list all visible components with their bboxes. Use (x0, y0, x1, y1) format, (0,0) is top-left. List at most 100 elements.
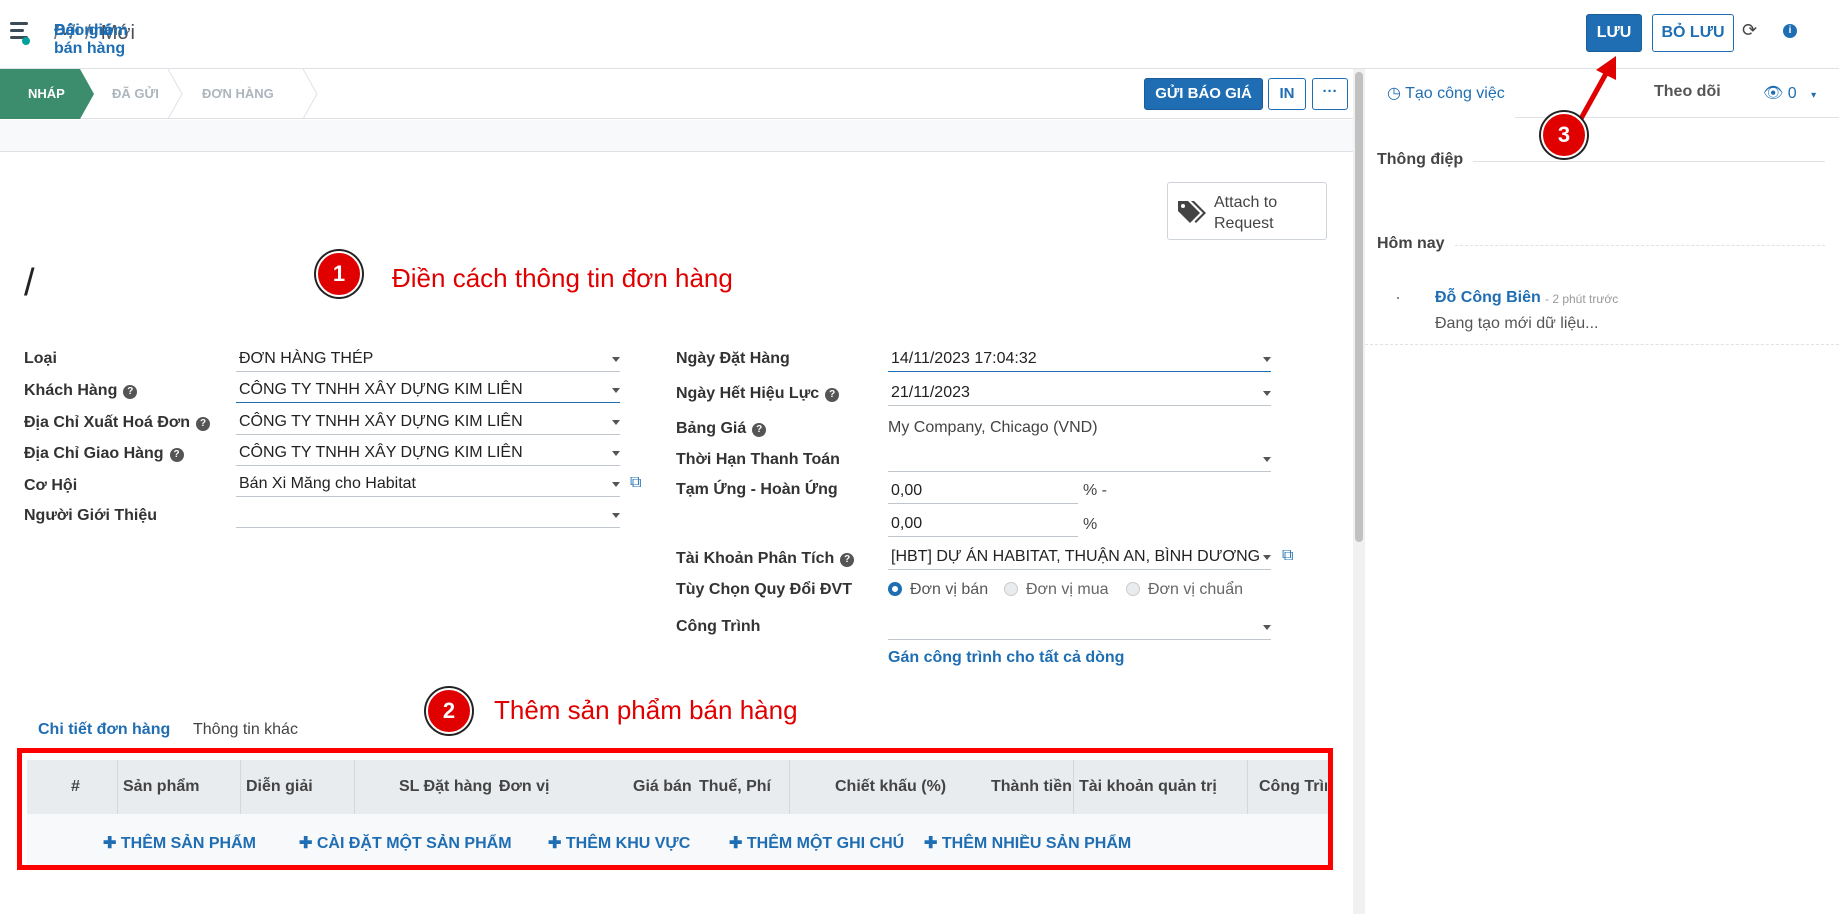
more-actions-button[interactable]: ··· (1312, 78, 1348, 110)
follow-button[interactable]: Theo dõi (1654, 83, 1721, 101)
invoice-address-label: Địa Chỉ Xuất Hoá Đơn? (24, 414, 211, 432)
message-time: - 2 phút trước (1545, 292, 1619, 306)
uom-option-label: Tùy Chọn Quy Đổi ĐVT (676, 581, 852, 598)
annotation-highlight-box (17, 748, 1333, 870)
expiry-date-label: Ngày Hết Hiệu Lực? (676, 385, 840, 403)
help-icon: ? (123, 385, 138, 399)
stage-sent[interactable]: ĐÃ GỬI (112, 69, 159, 119)
help-icon: ? (169, 448, 184, 462)
stage-separator-icon (168, 69, 183, 119)
order-reference-title: / (24, 262, 35, 304)
chatter-today-header: Hôm nay (1377, 235, 1445, 252)
delivery-address-select[interactable]: CÔNG TY TNHH XÂY DỰNG KIM LIÊN (236, 442, 620, 466)
chevron-down-icon (612, 357, 620, 362)
avatar (1397, 297, 1399, 299)
annotation-text-1: Điền cách thông tin đơn hàng (392, 263, 733, 293)
help-icon: ? (752, 423, 767, 437)
type-select[interactable]: ĐƠN HÀNG THÉP (236, 348, 620, 372)
breadcrumb: Đội nhóm bán hàng / ... / Báo giá / Mới (54, 22, 135, 57)
clock-icon: ◷ (1387, 85, 1401, 102)
tag-icon (1178, 201, 1206, 223)
external-link-icon[interactable]: ⧉ (1282, 547, 1293, 565)
order-date-input[interactable]: 14/11/2023 17:04:32 (888, 348, 1271, 372)
message-body: Đang tạo mới dữ liệu... (1435, 315, 1599, 332)
status-bar: NHÁP ĐÃ GỬI ĐƠN HÀNG GỬI BÁO GIÁ IN ··· (0, 69, 1353, 119)
chevron-down-icon (612, 451, 620, 456)
tab-order-lines[interactable]: Chi tiết đơn hàng (38, 721, 170, 739)
chevron-down-icon (612, 388, 620, 393)
advance-label: Tạm Ứng - Hoàn Ứng (676, 481, 838, 498)
info-icon[interactable]: i (1783, 24, 1797, 38)
type-label: Loại (24, 350, 57, 367)
message-author[interactable]: Đỗ Công Biên (1435, 289, 1541, 307)
annotation-badge-1: 1 (316, 251, 362, 297)
help-icon: ? (825, 388, 840, 402)
opportunity-label: Cơ Hội (24, 477, 78, 494)
schedule-activity-button[interactable]: ◷ Tạo công việc (1387, 83, 1505, 103)
print-button[interactable]: IN (1268, 78, 1306, 110)
annotation-badge-3: 3 (1541, 112, 1587, 158)
chatter-message-header: Thông điệp (1377, 151, 1464, 168)
chevron-down-icon (1263, 391, 1271, 396)
chevron-down-icon (612, 513, 620, 518)
referrer-select[interactable] (236, 504, 620, 528)
stage-draft[interactable]: NHÁP (0, 69, 94, 119)
uom-radio-standard[interactable]: Đơn vị chuẩn (1126, 581, 1243, 599)
send-quotation-button[interactable]: GỬI BÁO GIÁ (1144, 78, 1263, 110)
help-icon: ? (196, 417, 211, 431)
help-icon: ? (840, 553, 855, 567)
form-scrollbar-thumb[interactable] (1355, 72, 1363, 542)
advance-unit-2: % (1083, 516, 1098, 533)
attach-to-request-button[interactable]: Attach to Request (1167, 182, 1327, 240)
analytic-account-select[interactable]: [HBT] DỰ ÁN HABITAT, THUẬN AN, BÌNH DƯƠN… (888, 546, 1271, 570)
breadcrumb-quotations[interactable]: Báo giá (54, 22, 112, 40)
annotation-badge-2: 2 (426, 688, 472, 734)
pricelist-value: My Company, Chicago (VND) (888, 419, 1098, 436)
chatter-panel: ◷ Tạo công việc Theo dõi 👁 0 ▾ Thông điệ… (1365, 69, 1839, 914)
radio-checked-icon (888, 582, 902, 596)
chevron-down-icon (612, 420, 620, 425)
save-button[interactable]: LƯU (1586, 14, 1642, 52)
discard-button[interactable]: BỎ LƯU (1652, 14, 1734, 52)
annotation-text-2: Thêm sản phẩm bán hàng (494, 695, 798, 725)
payment-term-select[interactable] (888, 448, 1271, 472)
delivery-address-label: Địa Chỉ Giao Hàng? (24, 445, 184, 463)
analytic-account-label: Tài Khoản Phân Tích? (676, 550, 855, 568)
project-label: Công Trình (676, 618, 761, 635)
invoice-address-select[interactable]: CÔNG TY TNHH XÂY DỰNG KIM LIÊN (236, 411, 620, 435)
chevron-down-icon (1263, 357, 1271, 362)
referrer-label: Người Giới Thiệu (24, 507, 157, 524)
expiry-date-input[interactable]: 21/11/2023 (888, 382, 1271, 406)
order-date-label: Ngày Đặt Hàng (676, 350, 790, 367)
stage-separator-icon (303, 69, 318, 119)
tab-other-info[interactable]: Thông tin khác (193, 721, 298, 739)
uom-radio-sale[interactable]: Đơn vị bán (888, 581, 988, 599)
apps-menu-dot (22, 37, 30, 45)
refresh-icon[interactable]: ⟳ (1742, 20, 1757, 41)
stage-order[interactable]: ĐƠN HÀNG (202, 69, 274, 119)
external-link-icon[interactable]: ⧉ (630, 474, 641, 492)
chevron-down-icon (1263, 555, 1271, 560)
assign-project-link[interactable]: Gán công trình cho tất cả dòng (888, 649, 1124, 667)
form-top-strip (0, 120, 1353, 152)
eye-icon: 👁 (1763, 85, 1784, 102)
pricelist-label: Bảng Giá? (676, 420, 767, 438)
chevron-down-icon: ▾ (1811, 90, 1817, 101)
project-select[interactable] (888, 616, 1271, 640)
chevron-down-icon (1263, 457, 1271, 462)
advance-percent-input[interactable]: 0,00 (888, 480, 1078, 504)
payment-term-label: Thời Hạn Thanh Toán (676, 451, 840, 468)
customer-label: Khách Hàng? (24, 382, 138, 400)
opportunity-select[interactable]: Bán Xi Măng cho Habitat (236, 473, 620, 497)
attach-label-line2: Request (1214, 215, 1274, 232)
radio-unchecked-icon (1004, 582, 1018, 596)
advance-unit-1: % - (1083, 482, 1107, 499)
radio-unchecked-icon (1126, 582, 1140, 596)
followers-button[interactable]: 👁 0 ▾ (1763, 83, 1816, 103)
chevron-down-icon (612, 482, 620, 487)
attach-label-line1: Attach to (1214, 194, 1278, 211)
uom-radio-purchase[interactable]: Đơn vị mua (1004, 581, 1109, 599)
chevron-down-icon (1263, 625, 1271, 630)
refund-percent-input[interactable]: 0,00 (888, 513, 1078, 537)
customer-select[interactable]: CÔNG TY TNHH XÂY DỰNG KIM LIÊN (236, 379, 620, 403)
